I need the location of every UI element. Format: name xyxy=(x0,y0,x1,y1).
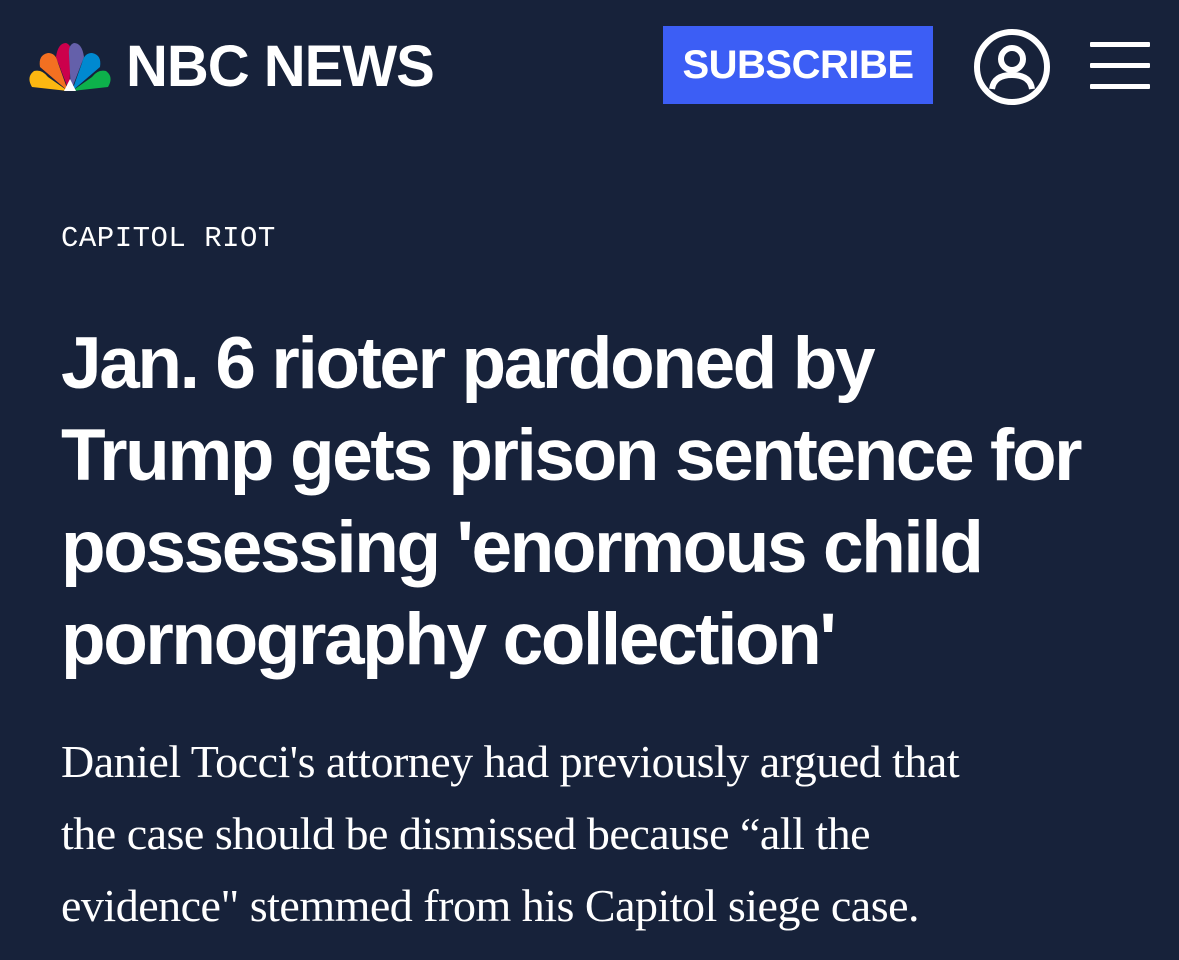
section-kicker-link[interactable]: CAPITOL RIOT xyxy=(61,222,276,255)
headline-line: possessing 'enormous child xyxy=(61,507,984,588)
dek-line: the case should be dismissed because “al… xyxy=(61,808,871,859)
menu-line xyxy=(1090,42,1150,47)
menu-line xyxy=(1090,63,1150,68)
nbc-news-logo-link[interactable]: NBC NEWS xyxy=(28,34,435,99)
dek-line: evidence" stemmed from his Capitol siege… xyxy=(61,880,920,931)
account-button[interactable] xyxy=(972,27,1052,107)
nbc-peacock-icon xyxy=(29,43,111,91)
user-account-icon xyxy=(974,29,1050,105)
headline-line: Jan. 6 rioter pardoned by xyxy=(61,323,876,404)
headline-line: Trump gets prison sentence for xyxy=(61,415,1083,496)
top-navigation-bar: NBC NEWS SUBSCRIBE xyxy=(0,0,1179,140)
menu-line xyxy=(1090,84,1150,89)
subscribe-button[interactable]: SUBSCRIBE xyxy=(663,26,933,104)
dek-line: Daniel Tocci's attorney had previously a… xyxy=(61,736,960,787)
hamburger-menu-button[interactable] xyxy=(1090,42,1150,90)
article-headline: Jan. 6 rioter pardoned by Trump gets pri… xyxy=(61,318,1151,686)
brand-wordmark: NBC NEWS xyxy=(126,34,435,99)
article-dek: Daniel Tocci's attorney had previously a… xyxy=(61,726,1121,942)
headline-line: pornography collection' xyxy=(61,599,837,680)
